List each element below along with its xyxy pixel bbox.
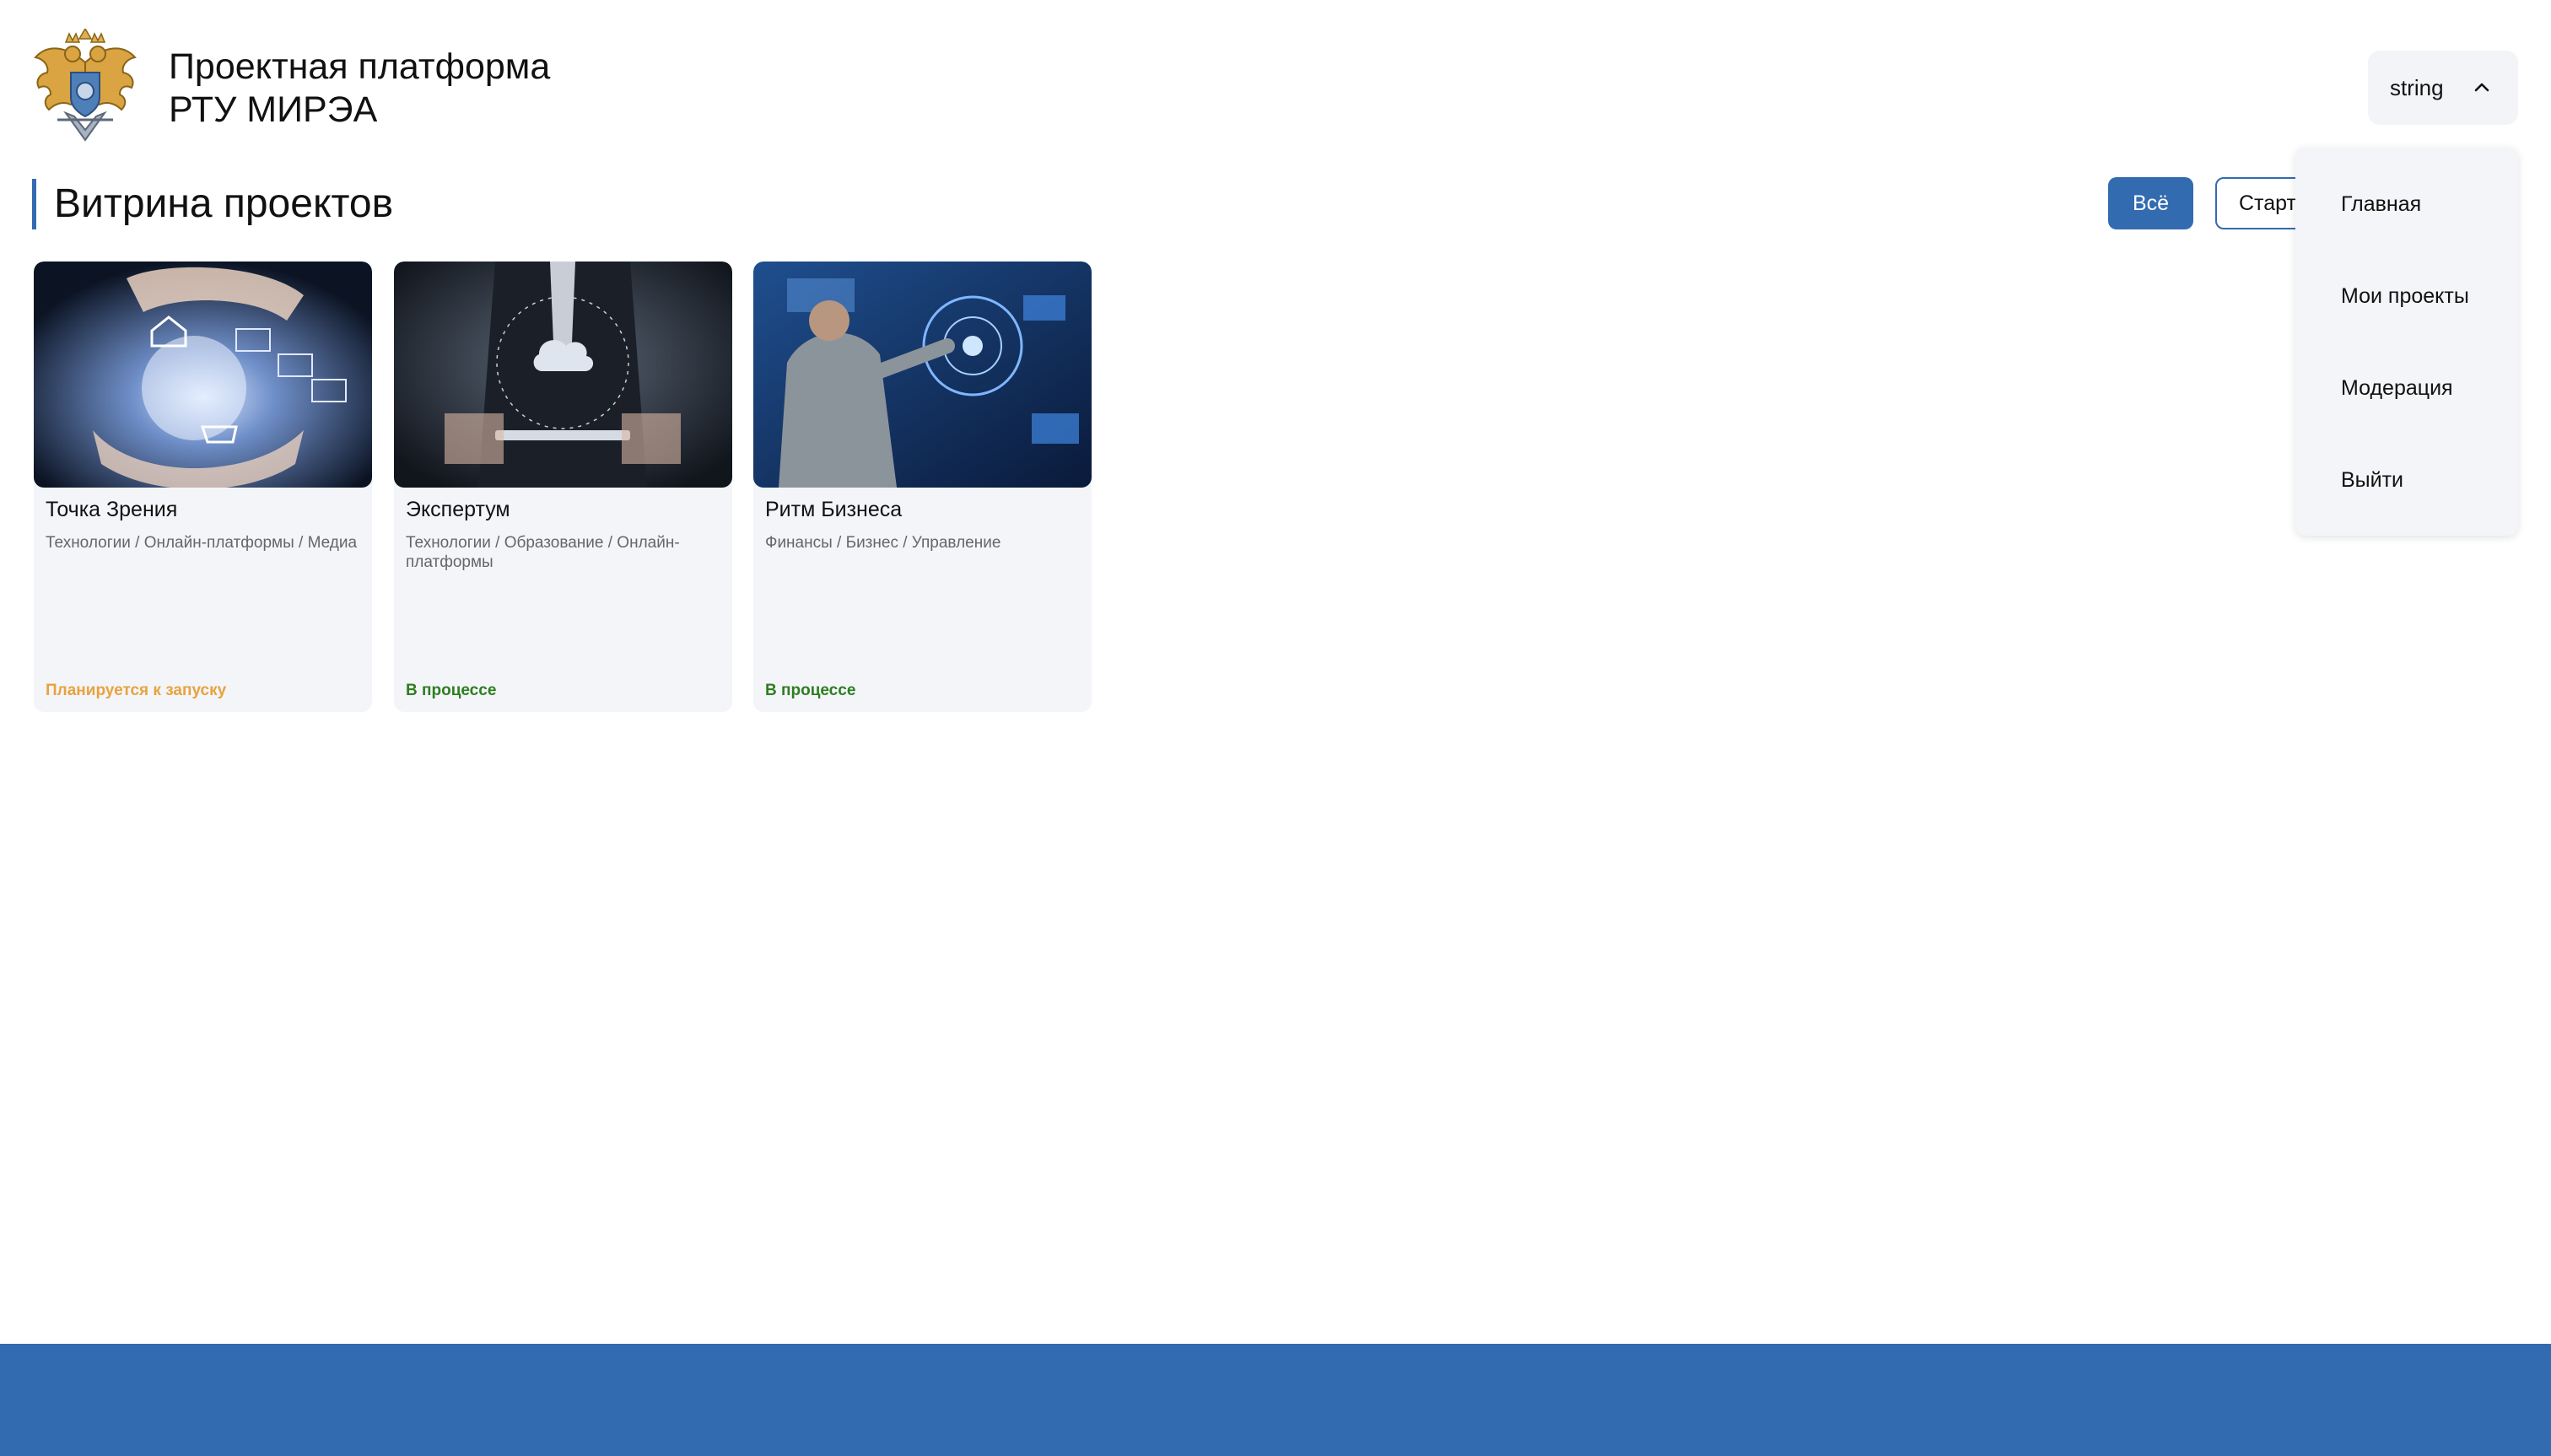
project-tags: Технологии / Онлайн-платформы / Медиа bbox=[46, 534, 358, 552]
filter-all-button[interactable]: Всё bbox=[2108, 177, 2193, 229]
user-menu-button[interactable]: string bbox=[2368, 51, 2518, 125]
menu-item-logout[interactable]: Выйти bbox=[2341, 468, 2403, 493]
emblem-logo[interactable] bbox=[32, 27, 138, 145]
page: Проектная платформа РТУ МИРЭА string Вит… bbox=[0, 0, 2551, 1456]
project-image bbox=[753, 262, 1092, 488]
project-card[interactable]: Ритм Бизнеса Финансы / Бизнес / Управлен… bbox=[753, 262, 1092, 712]
menu-item-home[interactable]: Главная bbox=[2341, 192, 2421, 217]
platform-title-line2: РТУ МИРЭА bbox=[169, 89, 378, 130]
page-title: Витрина проектов bbox=[54, 181, 394, 226]
eagle-emblem-icon bbox=[34, 27, 137, 142]
project-status: В процессе bbox=[765, 682, 856, 699]
project-tags: Финансы / Бизнес / Управление bbox=[765, 534, 1001, 552]
project-status: В процессе bbox=[406, 682, 497, 699]
footer bbox=[0, 1344, 2551, 1456]
project-name: Экспертум bbox=[406, 498, 510, 521]
user-name: string bbox=[2390, 74, 2444, 100]
project-name: Ритм Бизнеса bbox=[765, 498, 903, 521]
project-card[interactable]: Экспертум Технологии / Образование / Онл… bbox=[394, 262, 732, 712]
platform-title[interactable]: Проектная платформа РТУ МИРЭА bbox=[169, 46, 550, 132]
project-card[interactable]: Точка Зрения Технологии / Онлайн-платфор… bbox=[34, 262, 372, 712]
chevron-up-icon bbox=[2474, 83, 2489, 92]
menu-item-moderation[interactable]: Модерация bbox=[2341, 376, 2453, 401]
project-status: Планируется к запуску bbox=[46, 682, 227, 699]
project-tags: Технологии / Образование / Онлайн-платфо… bbox=[406, 534, 680, 571]
menu-item-my-projects[interactable]: Мои проекты bbox=[2341, 284, 2469, 309]
project-name: Точка Зрения bbox=[46, 498, 178, 521]
user-dropdown-menu: Главная Мои проекты Модерация Выйти bbox=[2295, 148, 2518, 536]
platform-title-line1: Проектная платформа bbox=[169, 46, 551, 87]
title-accent-bar bbox=[32, 179, 36, 229]
header: Проектная платформа РТУ МИРЭА string bbox=[0, 0, 2551, 160]
project-image bbox=[394, 262, 732, 488]
project-image bbox=[34, 262, 372, 488]
